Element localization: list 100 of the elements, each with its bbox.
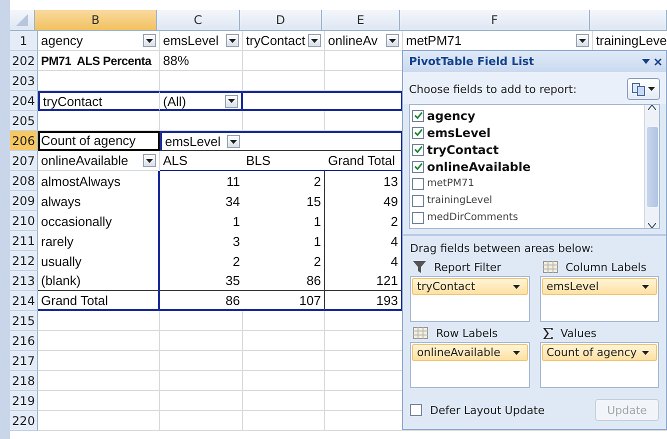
- dropdown-button[interactable]: [227, 135, 240, 148]
- row-header[interactable]: 217: [10, 351, 38, 371]
- table-cell: onlineAvailable: [38, 151, 160, 171]
- table-cell-text: 1: [232, 212, 241, 230]
- caret-icon: [642, 284, 649, 288]
- table-cell-text: 3: [232, 232, 241, 250]
- table-cell: 88%: [160, 51, 243, 71]
- row-header[interactable]: 204: [10, 91, 38, 111]
- close-icon[interactable]: [654, 58, 662, 66]
- row-header[interactable]: 218: [10, 371, 38, 391]
- caret-icon: [642, 350, 649, 354]
- table-cell: emsLevel: [160, 131, 243, 151]
- scrollbar[interactable]: [644, 105, 659, 228]
- row-header[interactable]: 203: [10, 71, 38, 91]
- filter-icon: [413, 261, 426, 273]
- row-header[interactable]: 207: [10, 151, 38, 171]
- table-cell: 107: [243, 291, 325, 311]
- drop-area[interactable]: onlineAvailable: [410, 342, 530, 388]
- dropdown-button[interactable]: [143, 34, 156, 47]
- table-cell: (All): [160, 91, 243, 111]
- table-cell: always: [38, 191, 160, 211]
- panel-title: PivotTable Field List: [409, 55, 534, 68]
- field-checkbox[interactable]: emsLevel: [412, 124, 642, 142]
- table-cell: tryContact: [38, 91, 160, 111]
- caret-icon: [579, 38, 586, 42]
- table-cell: almostAlways: [38, 171, 160, 191]
- table-icon: [413, 327, 428, 339]
- area-label: Row Labels: [436, 326, 498, 340]
- table-cell-text: 2: [232, 252, 241, 270]
- row-header[interactable]: 1: [10, 31, 38, 51]
- table-cell: onlineAv: [325, 31, 403, 51]
- area-label: Values: [560, 326, 596, 340]
- area-label: Column Labels: [566, 260, 647, 274]
- table-cell: 1: [243, 231, 325, 251]
- row-header[interactable]: 202: [10, 51, 38, 71]
- field-chip[interactable]: Count of agency: [542, 344, 657, 361]
- caret-icon: [229, 38, 236, 42]
- row-header[interactable]: 220: [10, 411, 38, 431]
- field-checkbox[interactable]: metPM71: [412, 175, 642, 192]
- field-checkbox[interactable]: tryContact: [412, 141, 642, 158]
- dropdown-button[interactable]: [308, 34, 321, 47]
- field-chip[interactable]: onlineAvailable: [412, 344, 528, 361]
- field-checkbox[interactable]: trainingLevel: [412, 192, 642, 210]
- caret-icon: [146, 38, 153, 42]
- dropdown-button[interactable]: [226, 34, 239, 47]
- dropdown-button[interactable]: [576, 34, 589, 47]
- table-cell: 2: [243, 171, 325, 191]
- table-cell: 2: [243, 251, 325, 271]
- field-checkbox[interactable]: onlineAvailable: [412, 158, 642, 176]
- dropdown-button[interactable]: [143, 154, 156, 167]
- table-cell: tryContact: [243, 31, 325, 51]
- row-header[interactable]: 206: [10, 131, 38, 151]
- area-label: Report Filter: [434, 260, 502, 274]
- table-cell: agency: [38, 31, 160, 51]
- drop-area[interactable]: tryContact: [410, 276, 530, 322]
- caret-icon[interactable]: [642, 59, 650, 64]
- column-header[interactable]: C: [157, 10, 240, 31]
- layout-button[interactable]: [627, 78, 660, 100]
- table-cell-text: 34: [224, 192, 241, 210]
- table-cell: ALS: [160, 151, 243, 171]
- field-checkbox[interactable]: agency: [412, 107, 642, 124]
- table-cell: BLS: [243, 151, 325, 171]
- table-cell: 86: [243, 271, 325, 291]
- field-chip[interactable]: tryContact: [412, 278, 528, 295]
- table-cell: 86: [160, 291, 243, 311]
- row-header[interactable]: 211: [10, 231, 38, 251]
- table-cell: 1: [243, 211, 325, 231]
- row-header[interactable]: 212: [10, 251, 38, 271]
- row-header[interactable]: 216: [10, 331, 38, 351]
- row-header[interactable]: 210: [10, 211, 38, 231]
- row-header[interactable]: 209: [10, 191, 38, 211]
- column-header[interactable]: D: [240, 10, 322, 31]
- column-header[interactable]: F: [400, 10, 590, 31]
- caret-icon: [311, 38, 318, 42]
- row-header[interactable]: 214: [10, 291, 38, 311]
- drop-area[interactable]: Count of agency: [540, 342, 659, 388]
- table-cell: 15: [243, 191, 325, 211]
- caret-icon: [389, 38, 396, 42]
- caret-icon: [146, 158, 153, 162]
- corner-triangle-icon: [16, 14, 28, 26]
- row-header[interactable]: 213: [10, 271, 38, 291]
- column-header[interactable]: B: [35, 10, 157, 31]
- defer-checkbox[interactable]: Defer Layout Update: [410, 404, 545, 416]
- row-header[interactable]: 205: [10, 111, 38, 131]
- row-header[interactable]: 219: [10, 391, 38, 411]
- dropdown-button[interactable]: [225, 94, 238, 108]
- table-icon: [542, 261, 558, 273]
- table-cell: Count of agency: [38, 131, 160, 151]
- column-header[interactable]: E: [322, 10, 400, 31]
- field-chip[interactable]: emsLevel: [542, 278, 657, 295]
- dropdown-button[interactable]: [386, 34, 399, 47]
- table-cell: Grand Total: [38, 291, 160, 311]
- prompt-text: Choose fields to add to report:: [409, 82, 577, 96]
- row-header[interactable]: 208: [10, 171, 38, 191]
- table-cell: occasionally: [38, 211, 160, 231]
- drop-area[interactable]: emsLevel: [540, 276, 659, 322]
- field-checkbox[interactable]: medDirComments: [412, 209, 642, 226]
- table-cell: 35: [160, 271, 243, 291]
- row-header[interactable]: 215: [10, 311, 38, 331]
- table-cell: rarely: [38, 231, 160, 251]
